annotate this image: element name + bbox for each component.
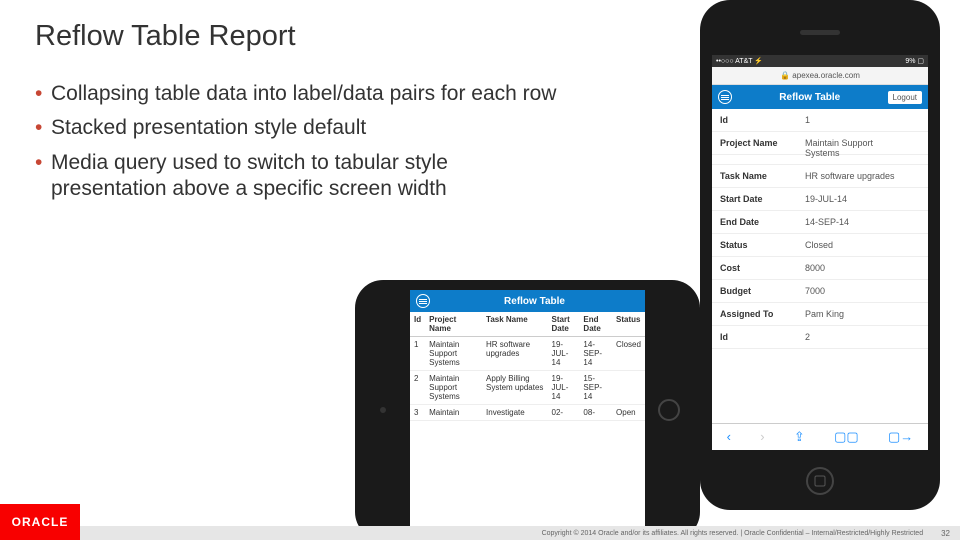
back-icon[interactable]: ‹ (727, 429, 731, 445)
field-label: Budget (720, 286, 805, 296)
url-bar[interactable]: 🔒 apexea.oracle.com (712, 67, 928, 85)
field-label: Cost (720, 263, 805, 273)
field-value: Pam King (805, 309, 844, 319)
table-cell: 19-JUL-14 (548, 371, 580, 405)
app-header: Reflow Table Logout (712, 85, 928, 109)
table-header-row: Id Project Name Task Name Start Date End… (410, 312, 645, 337)
table-row: 3MaintainInvestigate02-08-Open (410, 405, 645, 421)
field-value: 14-SEP-14 (805, 217, 849, 227)
field-label: End Date (720, 217, 805, 227)
reflow-row: Start Date19-JUL-14 (712, 188, 928, 211)
phone-device: ••○○○ AT&T ⚡ 9% ▢ 🔒 apexea.oracle.com Re… (700, 0, 940, 510)
slide: Reflow Table Report Collapsing table dat… (0, 0, 960, 540)
footer: ORACLE Copyright © 2014 Oracle and/or it… (0, 504, 960, 540)
bookmarks-icon[interactable]: ▢▢ (834, 429, 859, 445)
reflow-row: End Date14-SEP-14 (712, 211, 928, 234)
reflow-list: Id1Project NameMaintain SupportSystemsTa… (712, 109, 928, 423)
table-cell: Open (612, 405, 645, 421)
field-label: Project Name (720, 138, 805, 148)
table-cell: 15-SEP-14 (579, 371, 612, 405)
field-value: Maintain Support (805, 138, 873, 148)
field-value: Closed (805, 240, 833, 250)
reflow-row: Task NameHR software upgrades (712, 165, 928, 188)
field-label: Id (720, 115, 805, 125)
phone-screen: ••○○○ AT&T ⚡ 9% ▢ 🔒 apexea.oracle.com Re… (712, 55, 928, 450)
table-cell: Apply Billing System updates (482, 371, 547, 405)
footer-bar: Copyright © 2014 Oracle and/or its affil… (80, 526, 960, 540)
data-table: Id Project Name Task Name Start Date End… (410, 312, 645, 421)
reflow-row: Assigned ToPam King (712, 303, 928, 326)
field-value: 19-JUL-14 (805, 194, 847, 204)
oracle-logo: ORACLE (0, 504, 80, 540)
table-cell: 14-SEP-14 (579, 337, 612, 371)
col-header: Task Name (482, 312, 547, 337)
page-number: 32 (941, 529, 950, 538)
home-button-icon (806, 467, 834, 495)
field-value: HR software upgrades (805, 171, 895, 181)
field-label: Id (720, 332, 805, 342)
col-header: Id (410, 312, 425, 337)
menu-icon[interactable] (718, 90, 732, 104)
copyright-text: Copyright © 2014 Oracle and/or its affil… (542, 530, 924, 537)
field-label (720, 148, 805, 158)
reflow-row: Systems (712, 148, 928, 165)
field-label: Task Name (720, 171, 805, 181)
carrier-text: ••○○○ AT&T ⚡ (716, 57, 763, 65)
menu-icon[interactable] (416, 294, 430, 308)
table-cell: 3 (410, 405, 425, 421)
bullet-item: Media query used to switch to tabular st… (35, 150, 515, 203)
speaker-icon (800, 30, 840, 35)
tablet-screen: Reflow Table Id Project Name Task Name S… (410, 290, 645, 530)
table-cell: Maintain Support Systems (425, 337, 482, 371)
field-label: Assigned To (720, 309, 805, 319)
app-title: Reflow Table (732, 92, 888, 103)
field-label: Status (720, 240, 805, 250)
field-value: 7000 (805, 286, 825, 296)
share-icon[interactable]: ⇪ (794, 429, 805, 445)
reflow-row: Id1 (712, 109, 928, 132)
table-row: 2Maintain Support SystemsApply Billing S… (410, 371, 645, 405)
reflow-row: Budget7000 (712, 280, 928, 303)
table-cell: 1 (410, 337, 425, 371)
table-row: 1Maintain Support SystemsHR software upg… (410, 337, 645, 371)
app-title: Reflow Table (430, 296, 639, 307)
tablet-device: Reflow Table Id Project Name Task Name S… (355, 280, 700, 540)
field-value: Systems (805, 148, 840, 158)
col-header: End Date (579, 312, 612, 337)
col-header: Status (612, 312, 645, 337)
forward-icon[interactable]: › (760, 429, 764, 445)
table-cell (612, 371, 645, 405)
browser-toolbar: ‹ › ⇪ ▢▢ ▢→ (712, 423, 928, 450)
reflow-row: Id2 (712, 326, 928, 349)
table-cell: Maintain (425, 405, 482, 421)
logout-button[interactable]: Logout (888, 91, 922, 104)
app-header: Reflow Table (410, 290, 645, 312)
col-header: Project Name (425, 312, 482, 337)
field-value: 2 (805, 332, 810, 342)
battery-text: 9% ▢ (905, 57, 924, 65)
table-cell: 19-JUL-14 (548, 337, 580, 371)
field-label: Start Date (720, 194, 805, 204)
col-header: Start Date (548, 312, 580, 337)
table-cell: Investigate (482, 405, 547, 421)
table-cell: 08- (579, 405, 612, 421)
status-bar: ••○○○ AT&T ⚡ 9% ▢ (712, 55, 928, 67)
field-value: 8000 (805, 263, 825, 273)
table-cell: Closed (612, 337, 645, 371)
table-cell: Maintain Support Systems (425, 371, 482, 405)
table-cell: 02- (548, 405, 580, 421)
table-cell: 2 (410, 371, 425, 405)
reflow-row: StatusClosed (712, 234, 928, 257)
home-button-icon (658, 399, 680, 421)
field-value: 1 (805, 115, 810, 125)
reflow-row: Cost8000 (712, 257, 928, 280)
tabs-icon[interactable]: ▢→ (888, 429, 913, 445)
table-cell: HR software upgrades (482, 337, 547, 371)
camera-icon (380, 407, 386, 413)
